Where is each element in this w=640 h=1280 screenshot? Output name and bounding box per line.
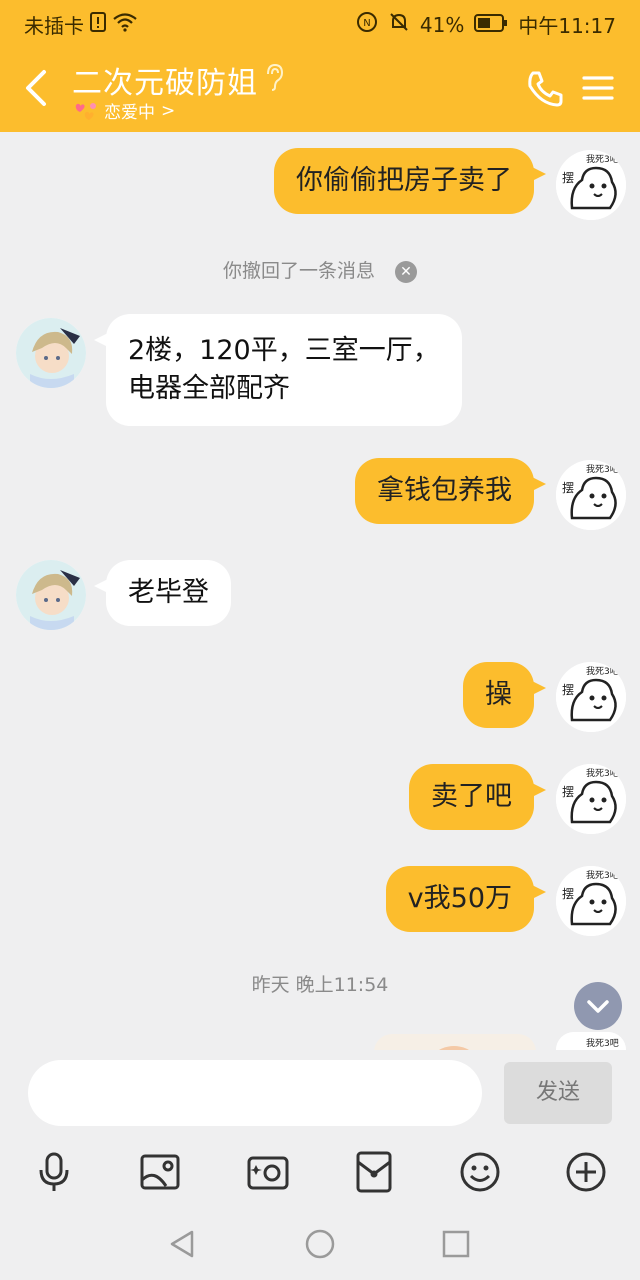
contact-name[interactable]: 二次元破防姐	[72, 58, 258, 102]
chat-history[interactable]: 你偷偷把房子卖了 摆我死3吧 你撤回了一条消息 ✕ 2楼，120平，三室一厅， 电…	[0, 132, 640, 1050]
chat-header: 二次元破防姐 恋爱中 >	[0, 44, 640, 132]
svg-text:N: N	[363, 18, 370, 29]
my-avatar[interactable]: 摆 我死3吧	[556, 866, 626, 936]
my-avatar[interactable]: 我死3吧	[556, 1032, 626, 1050]
phone-call-button[interactable]	[524, 68, 566, 110]
svg-text:我死3吧: 我死3吧	[586, 666, 619, 677]
svg-text:我死3吧: 我死3吧	[586, 1038, 619, 1049]
menu-button[interactable]	[580, 70, 616, 106]
close-icon[interactable]: ✕	[395, 260, 417, 283]
scroll-to-bottom-button[interactable]	[574, 982, 622, 1030]
my-avatar[interactable]: 摆 我死3吧	[556, 764, 626, 834]
svg-text:摆: 摆	[562, 683, 574, 697]
mute-icon	[388, 11, 410, 38]
image-message-thumbnail[interactable]	[374, 1034, 536, 1050]
svg-text:摆: 摆	[562, 171, 574, 185]
message-bubble-outgoing[interactable]: 操	[463, 662, 546, 728]
microphone-icon[interactable]	[32, 1150, 76, 1194]
recall-notice: 你撤回了一条消息 ✕	[0, 256, 640, 283]
nav-recents-icon[interactable]	[440, 1228, 472, 1260]
send-button[interactable]: 发送	[504, 1062, 612, 1124]
svg-text:我死3吧: 我死3吧	[586, 154, 619, 165]
relationship-status[interactable]: 恋爱中 >	[72, 98, 175, 123]
my-avatar[interactable]: 摆 我死3吧	[556, 662, 626, 732]
message-bubble-outgoing[interactable]: v我50万	[385, 866, 547, 932]
contact-avatar[interactable]	[16, 318, 86, 388]
timestamp: 昨天 晚上11:54	[251, 974, 389, 996]
message-line: 电器全部配齐	[128, 373, 290, 404]
input-bar: 发送	[0, 1050, 640, 1140]
battery-icon	[474, 13, 508, 37]
battery-percent: 41%	[419, 12, 465, 37]
svg-text:摆: 摆	[562, 481, 574, 495]
message-bubble-outgoing[interactable]: 拿钱包养我	[355, 458, 546, 524]
message-input[interactable]	[28, 1060, 482, 1126]
relationship-label: 恋爱中	[104, 103, 155, 123]
svg-text:摆: 摆	[562, 887, 574, 901]
svg-text:摆: 摆	[562, 785, 574, 799]
system-nav-bar	[0, 1210, 640, 1280]
back-button[interactable]	[18, 64, 58, 112]
status-bar: 未插卡 N 41% 中午11:17	[0, 0, 640, 44]
message-bubble-incoming[interactable]: 2楼，120平，三室一厅， 电器全部配齐	[94, 314, 462, 426]
message-bubble-outgoing[interactable]: 卖了吧	[409, 764, 546, 830]
nav-home-icon[interactable]	[304, 1228, 336, 1260]
red-packet-icon[interactable]	[352, 1150, 396, 1194]
hearts-icon	[72, 101, 98, 121]
chevron-right-icon: >	[161, 100, 176, 121]
recall-notice-text: 你撤回了一条消息	[222, 260, 375, 282]
sim-alert-icon	[90, 12, 106, 37]
carrier-label: 未插卡	[24, 14, 84, 38]
clock: 中午11:17	[518, 14, 616, 38]
message-bubble-outgoing[interactable]: 你偷偷把房子卖了	[274, 148, 546, 214]
camera-icon[interactable]	[246, 1150, 290, 1194]
input-toolbar	[0, 1140, 640, 1210]
contact-avatar[interactable]	[16, 560, 86, 630]
svg-text:我死3吧: 我死3吧	[586, 870, 619, 881]
svg-text:我死3吧: 我死3吧	[586, 768, 619, 779]
nfc-icon: N	[356, 11, 378, 38]
wifi-icon	[112, 12, 138, 37]
my-avatar[interactable]: 摆 我死3吧	[556, 150, 626, 220]
nav-back-icon[interactable]	[166, 1228, 198, 1260]
message-bubble-incoming[interactable]: 老毕登	[94, 560, 231, 626]
svg-text:我死3吧: 我死3吧	[586, 464, 619, 475]
plus-icon[interactable]	[564, 1150, 608, 1194]
message-line: 2楼，120平，三室一厅，	[128, 335, 440, 366]
ear-icon	[262, 62, 286, 92]
my-avatar[interactable]: 摆 我死3吧	[556, 460, 626, 530]
image-icon[interactable]	[138, 1150, 182, 1194]
emoji-icon[interactable]	[458, 1150, 502, 1194]
